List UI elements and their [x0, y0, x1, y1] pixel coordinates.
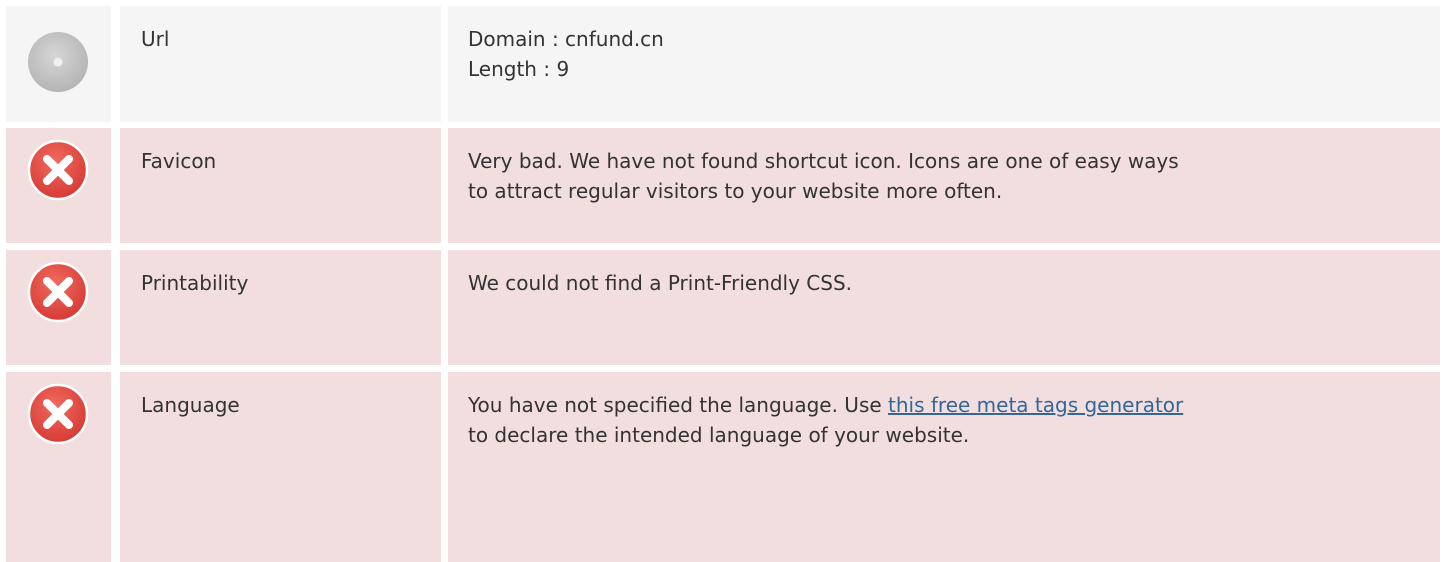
row-language-label-cell: Language	[120, 372, 441, 562]
row-language-value-cell: You have not specified the language. Use…	[448, 372, 1440, 562]
row-url-icon-cell	[6, 6, 111, 122]
row-favicon-value-cell: Very bad. We have not found shortcut ico…	[448, 128, 1440, 243]
favicon-message-line-2: to attract regular visitors to your webs…	[468, 179, 1003, 203]
row-language-icon-cell	[6, 372, 111, 562]
language-message-text: You have not specified the language. Use	[468, 393, 889, 417]
favicon-message-line-1: Very bad. We have not found shortcut ico…	[468, 149, 1179, 173]
row-label: Language	[141, 393, 240, 417]
row-printability-label-cell: Printability	[120, 250, 441, 365]
row-favicon: Favicon Very bad. We have not found shor…	[6, 128, 1440, 243]
printability-message: We could not find a Print-Friendly CSS.	[468, 271, 853, 295]
row-printability: Printability We could not find a Print-F…	[6, 250, 1440, 365]
row-value: Very bad. We have not found shortcut ico…	[468, 146, 1426, 206]
row-label: Printability	[141, 271, 249, 295]
row-url-value-cell: Domain : cnfund.cn Length : 9	[448, 6, 1440, 122]
row-printability-value-cell: We could not find a Print-Friendly CSS.	[448, 250, 1440, 365]
neutral-circle-icon	[26, 30, 90, 94]
row-favicon-icon-cell	[6, 128, 111, 243]
error-x-icon	[26, 260, 90, 324]
language-message-line-2: to declare the intended language of your…	[468, 423, 970, 447]
row-favicon-label-cell: Favicon	[120, 128, 441, 243]
domain-line: Domain : cnfund.cn	[468, 27, 664, 51]
row-value: We could not find a Print-Friendly CSS.	[468, 268, 1426, 298]
row-url-label-cell: Url	[120, 6, 441, 122]
error-x-icon	[26, 138, 90, 202]
row-label: Favicon	[141, 149, 217, 173]
row-url: Url Domain : cnfund.cn Length : 9	[6, 6, 1440, 122]
row-label: Url	[141, 27, 170, 51]
meta-tags-generator-link[interactable]: this free meta tags generator	[888, 393, 1183, 417]
error-x-icon	[26, 382, 90, 446]
row-value: Domain : cnfund.cn Length : 9	[468, 24, 1426, 84]
row-language: Language You have not specified the lang…	[6, 372, 1440, 562]
length-line: Length : 9	[468, 57, 570, 81]
row-value: You have not specified the language. Use…	[468, 390, 1426, 450]
row-printability-icon-cell	[6, 250, 111, 365]
language-message-line-1: You have not specified the language. Use…	[468, 390, 1426, 420]
